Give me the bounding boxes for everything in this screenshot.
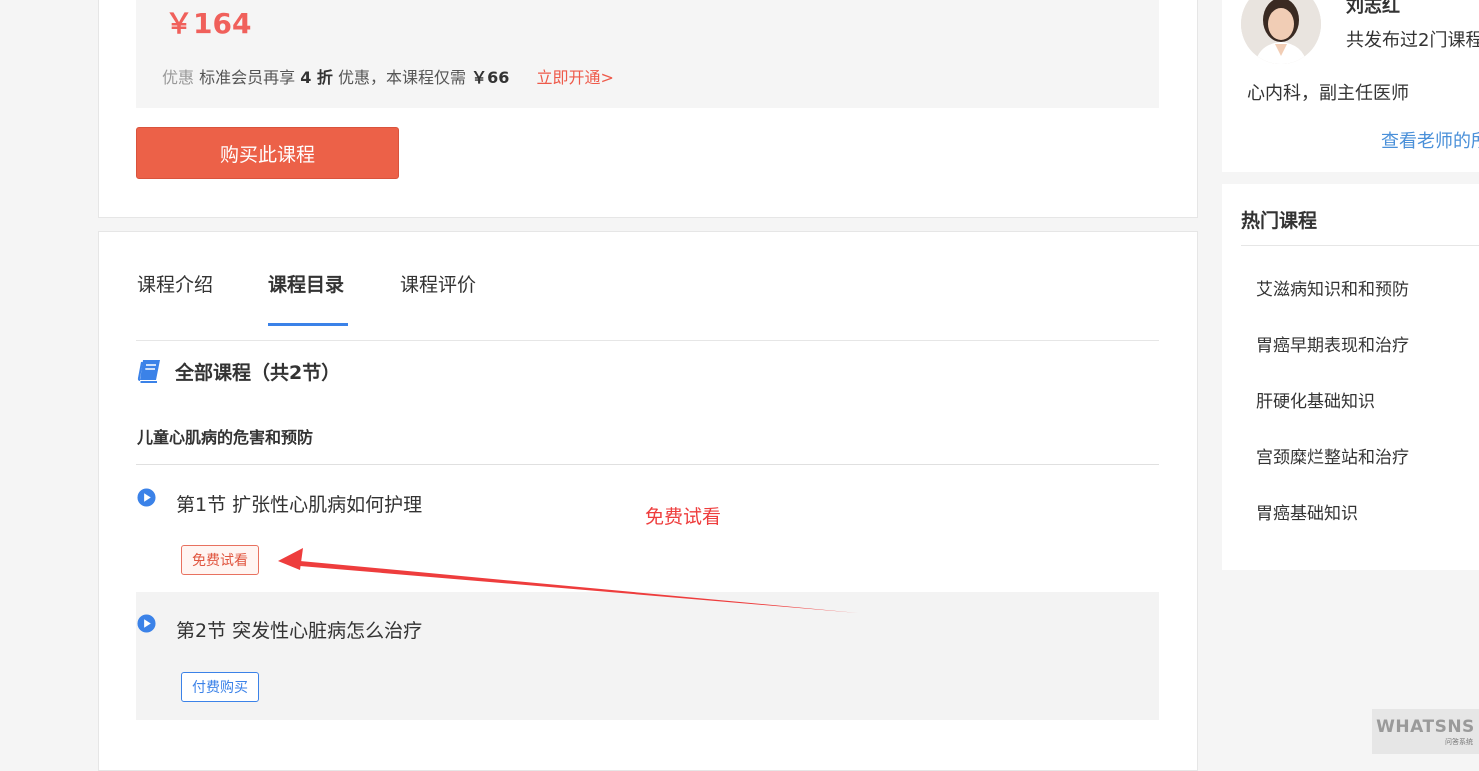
play-icon[interactable] xyxy=(137,488,156,507)
chapter-title: 儿童心肌病的危害和预防 xyxy=(137,428,314,447)
buy-course-button[interactable]: 购买此课程 xyxy=(136,127,399,179)
teacher-department: 心内科，副主任医师 xyxy=(1247,83,1409,104)
tab-course-catalog[interactable]: 课程目录 xyxy=(268,270,344,297)
member-price: ￥66 xyxy=(471,68,510,87)
all-courses-heading: 全部课程（共2节） xyxy=(175,362,341,384)
promo-tag: 优惠 xyxy=(162,68,195,87)
hot-course-item[interactable]: 宫颈糜烂整站和治疗 xyxy=(1256,443,1409,468)
hot-course-item[interactable]: 胃癌早期表现和治疗 xyxy=(1256,331,1409,356)
watermark-subtitle: 问答系统 xyxy=(1445,737,1473,746)
lesson-row[interactable] xyxy=(136,592,1159,720)
active-tab-indicator xyxy=(268,323,348,326)
free-preview-badge[interactable]: 免费试看 xyxy=(181,545,259,575)
chapter-divider xyxy=(136,464,1159,465)
annotation-label: 免费试看 xyxy=(645,506,722,528)
play-icon[interactable] xyxy=(137,614,156,633)
teacher-name: 刘志红 xyxy=(1346,0,1400,17)
hot-courses-divider xyxy=(1241,245,1479,246)
open-membership-link[interactable]: 立即开通> xyxy=(537,68,614,87)
watermark: WHATSNS 问答系统 xyxy=(1372,709,1479,754)
promo-prefix: 标准会员再享 xyxy=(199,68,296,87)
hot-course-item[interactable]: 胃癌基础知识 xyxy=(1256,499,1358,524)
view-teacher-courses-link[interactable]: 查看老师的所 xyxy=(1381,127,1479,153)
teacher-course-count: 共发布过2门课程 xyxy=(1346,30,1479,51)
hot-course-item[interactable]: 艾滋病知识和和预防 xyxy=(1256,275,1409,300)
course-price: ￥164 xyxy=(165,7,252,40)
promo-discount: 4 折 xyxy=(300,68,333,87)
lesson-title[interactable]: 第2节 突发性心脏病怎么治疗 xyxy=(176,616,422,643)
member-promo: 优惠 标准会员再享 4 折 优惠，本课程仅需 ￥66 立即开通> xyxy=(162,64,614,88)
tabs-divider xyxy=(136,340,1159,341)
price-panel xyxy=(136,0,1159,108)
promo-middle: 优惠，本课程仅需 xyxy=(338,68,467,87)
lesson-title[interactable]: 第1节 扩张性心肌病如何护理 xyxy=(176,490,422,517)
book-icon xyxy=(137,360,160,383)
paid-purchase-badge[interactable]: 付费购买 xyxy=(181,672,259,702)
tab-course-intro[interactable]: 课程介绍 xyxy=(137,270,213,297)
watermark-logo: WHATSNS xyxy=(1376,716,1475,737)
hot-course-item[interactable]: 肝硬化基础知识 xyxy=(1256,387,1375,412)
tab-course-review[interactable]: 课程评价 xyxy=(400,270,476,297)
hot-courses-title: 热门课程 xyxy=(1241,210,1318,232)
